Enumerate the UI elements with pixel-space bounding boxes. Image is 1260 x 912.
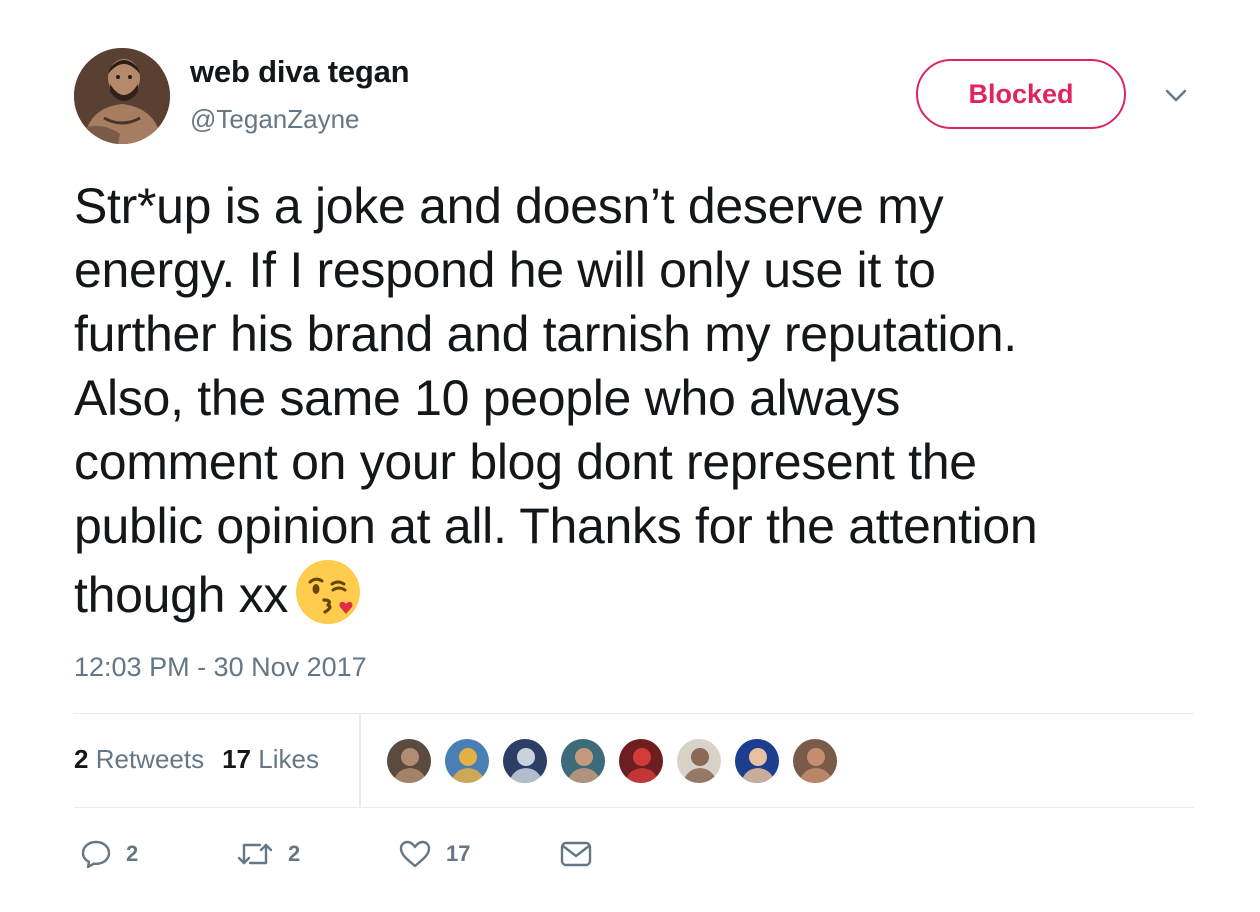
likes-stat[interactable]: 17 Likes: [222, 744, 319, 774]
chevron-down-icon: [1165, 89, 1187, 102]
like-count: 17: [446, 841, 471, 866]
direct-message-action[interactable]: [560, 836, 592, 872]
retweet-action[interactable]: 2: [236, 836, 300, 872]
retweet-icon: [237, 843, 273, 865]
tweet-text-line: Str*up is a joke and doesn’t deserve my: [74, 178, 944, 234]
tweet-text-line: though xx: [74, 567, 289, 623]
like-action[interactable]: 17: [398, 836, 470, 872]
liker-avatar[interactable]: [734, 738, 780, 784]
reply-count: 2: [126, 841, 139, 866]
divider: [74, 713, 1194, 714]
author-handle[interactable]: @TeganZayne: [190, 104, 360, 135]
liker-avatar[interactable]: [792, 738, 838, 784]
divider: [74, 807, 1194, 808]
liker-avatar[interactable]: [618, 738, 664, 784]
tweet-text-line: comment on your blog dont represent the: [74, 434, 977, 490]
envelope-icon: [560, 841, 592, 867]
liker-avatar[interactable]: [676, 738, 722, 784]
tweet-timestamp[interactable]: 12:03 PM - 30 Nov 2017: [74, 652, 367, 683]
author-display-name[interactable]: web diva tegan: [190, 54, 410, 90]
kissing-face-emoji-icon: [294, 558, 362, 641]
stats-divider: [359, 714, 361, 807]
heart-icon: [399, 840, 431, 868]
engagement-stats: 2 Retweets 17 Likes: [74, 744, 319, 775]
retweets-stat[interactable]: 2 Retweets: [74, 744, 204, 774]
tweet-text: Str*up is a joke and doesn’t deserve my …: [74, 174, 1194, 641]
likes-count: 17: [222, 744, 252, 774]
tweet-text-line: public opinion at all. Thanks for the at…: [74, 498, 1038, 554]
liker-avatar[interactable]: [560, 738, 606, 784]
retweets-label: Retweets: [95, 744, 205, 774]
reply-icon: [81, 840, 111, 869]
liker-avatar[interactable]: [386, 738, 432, 784]
reply-action[interactable]: 2: [80, 836, 138, 872]
tweet-text-line: Also, the same 10 people who always: [74, 370, 901, 426]
tweet-text-line-last: though xx: [74, 558, 1194, 641]
tweet-text-line: energy. If I respond he will only use it…: [74, 242, 936, 298]
tweet-menu-caret[interactable]: [1162, 82, 1190, 110]
author-avatar[interactable]: [74, 48, 170, 144]
profile-photo-icon: [74, 48, 170, 144]
likes-label: Likes: [258, 744, 319, 774]
retweets-count: 2: [74, 744, 89, 774]
retweet-count: 2: [288, 841, 301, 866]
tweet-card: web diva tegan @TeganZayne Blocked Str*u…: [0, 0, 1260, 912]
blocked-button[interactable]: Blocked: [916, 59, 1126, 129]
liker-avatar[interactable]: [444, 738, 490, 784]
tweet-text-line: further his brand and tarnish my reputat…: [74, 306, 1017, 362]
liker-avatar[interactable]: [502, 738, 548, 784]
